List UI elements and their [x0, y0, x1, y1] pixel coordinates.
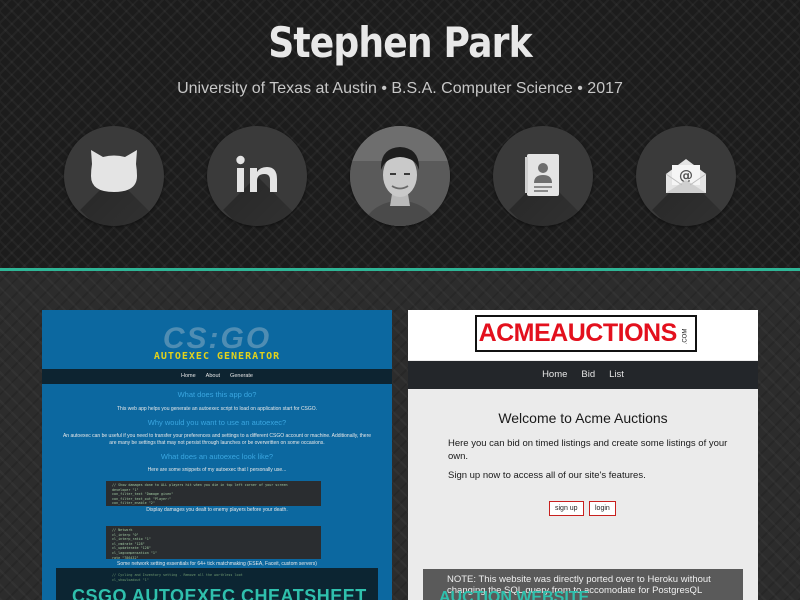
- acme-project-card[interactable]: ACMEAUCTIONS .COM Home Bid List Welcome t…: [408, 310, 758, 600]
- code-snippet-2: // Network cl_interp "0" cl_interp_ratio…: [106, 526, 321, 559]
- linkedin-link[interactable]: [207, 126, 307, 226]
- csgo-project-title: CSGO AUTOEXEC CHEATSHEET: [72, 586, 367, 600]
- code-snippet-3: // Cycling and Inventory setting - Remov…: [112, 573, 243, 582]
- resume-link[interactable]: [493, 126, 593, 226]
- acme-nav-list[interactable]: List: [602, 361, 631, 389]
- subtitle: University of Texas at Austin • B.S.A. C…: [177, 80, 623, 97]
- csgo-answer-3: Here are some snippets of my autoexec th…: [147, 467, 287, 473]
- acme-logo-text: ACMEAUCTIONS: [478, 319, 678, 347]
- csgo-answer-2: An autoexec can be useful if you need to…: [62, 433, 372, 446]
- page-title: Stephen Park: [268, 18, 532, 67]
- csgo-nav-home[interactable]: Home: [176, 369, 201, 384]
- acme-logo: ACMEAUCTIONS .COM: [475, 315, 697, 352]
- acme-intro-text: Here you can bid on timed listings and c…: [448, 438, 728, 462]
- code-snippet-1: // Show damages done to ALL players hit …: [106, 481, 321, 506]
- csgo-nav-generate[interactable]: Generate: [225, 369, 258, 384]
- csgo-project-title-bar: // Cycling and Inventory setting - Remov…: [56, 568, 378, 600]
- header: Stephen Park University of Texas at Aust…: [0, 0, 800, 268]
- github-icon: [91, 150, 137, 192]
- email-icon: @: [665, 159, 707, 193]
- login-button[interactable]: login: [589, 501, 616, 516]
- acme-banner: ACMEAUCTIONS .COM: [408, 310, 758, 360]
- csgo-app-heading: AUTOEXEC GENERATOR: [153, 351, 281, 362]
- csgo-caption-2: Some network setting essentials for 64+ …: [117, 561, 317, 567]
- acme-logo-suffix: .COM: [682, 328, 689, 345]
- csgo-question-2: Why would you want to use an autoexec?: [147, 418, 287, 427]
- signup-button[interactable]: sign up: [549, 501, 584, 516]
- csgo-caption-1: Display damages you dealt to enemy playe…: [146, 507, 288, 513]
- github-link[interactable]: [64, 126, 164, 226]
- acme-welcome-heading: Welcome to Acme Auctions: [498, 410, 668, 426]
- acme-project-title: AUCTION WEBSITE: [439, 589, 590, 600]
- linkedin-icon: [236, 155, 277, 192]
- projects-section: CS:GO AUTOEXEC GENERATOR Home About Gene…: [0, 271, 800, 600]
- acme-nav-bid[interactable]: Bid: [574, 361, 602, 389]
- csgo-answer-1: This web app helps you generate an autoe…: [116, 406, 318, 412]
- acme-signup-prompt: Sign up now to access all of our site's …: [448, 470, 646, 481]
- portrait-image: [350, 126, 450, 226]
- csgo-nav-about[interactable]: About: [201, 369, 225, 384]
- csgo-navbar: Home About Generate: [42, 369, 392, 384]
- acme-navbar: Home Bid List: [408, 361, 758, 389]
- profile-photo: [350, 126, 450, 226]
- csgo-project-card[interactable]: CS:GO AUTOEXEC GENERATOR Home About Gene…: [42, 310, 392, 600]
- acme-nav-home[interactable]: Home: [535, 361, 574, 389]
- csgo-question-1: What does this app do?: [177, 390, 257, 399]
- csgo-question-3: What does an autoexec look like?: [160, 452, 274, 461]
- email-link[interactable]: @: [636, 126, 736, 226]
- resume-icon: [525, 154, 559, 196]
